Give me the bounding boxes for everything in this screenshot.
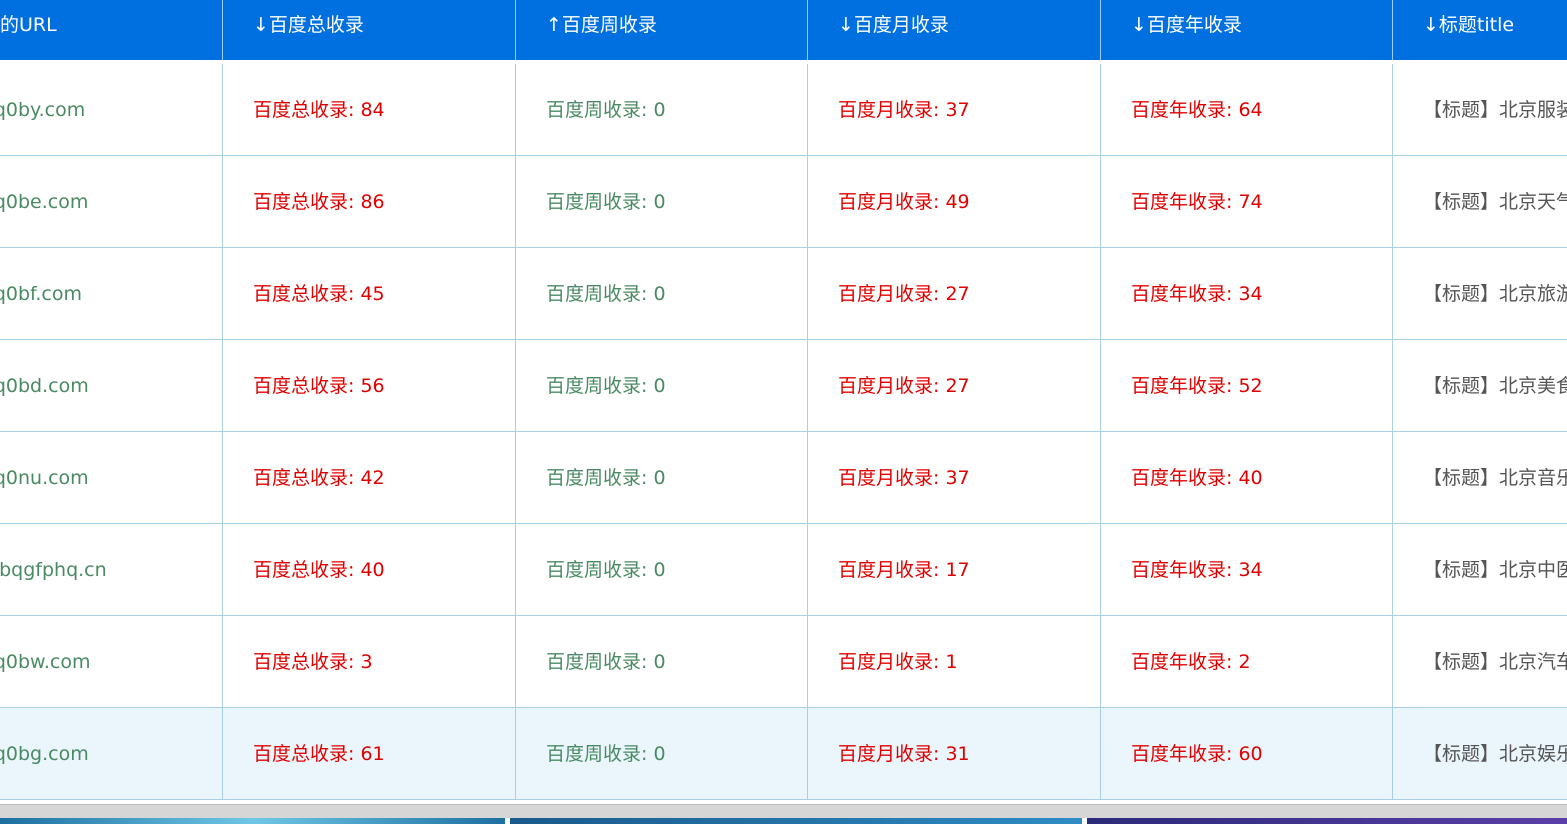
url-link[interactable]: w.q0nu.com xyxy=(0,432,89,523)
cell-week: 百度周收录: 0 xyxy=(516,616,808,707)
header-sort-year[interactable]: ↓百度年收录 xyxy=(1101,0,1393,60)
table-row: w.q0bw.com 百度总收录: 3 百度周收录: 0 百度月收录: 1 百度… xyxy=(0,616,1567,708)
cell-month: 百度月收录: 31 xyxy=(808,708,1101,799)
header-url[interactable]: 的URL xyxy=(0,0,223,60)
cell-week: 百度周收录: 0 xyxy=(516,432,808,523)
cell-total: 百度总收录: 40 xyxy=(223,524,516,615)
header-sort-month[interactable]: ↓百度月收录 xyxy=(808,0,1101,60)
banner-segment xyxy=(1087,818,1567,824)
cell-month: 百度月收录: 49 xyxy=(808,156,1101,247)
cell-title: 【标题】北京旅游 xyxy=(1423,283,1567,305)
index-table: 的URL ↓百度总收录 ↑百度周收录 ↓百度月收录 ↓百度年收录 ↓标题titl… xyxy=(0,0,1567,800)
cell-url[interactable]: w.q0bf.com xyxy=(0,248,223,339)
cell-week: 百度周收录: 0 xyxy=(516,156,808,247)
table-body: w.q0by.com 百度总收录: 84 百度周收录: 0 百度月收录: 37 … xyxy=(0,64,1567,800)
cell-total: 百度总收录: 56 xyxy=(223,340,516,431)
cell-url[interactable]: w.q0bw.com xyxy=(0,616,223,707)
cell-year: 百度年收录: 64 xyxy=(1101,64,1393,155)
table-row: w.q0by.com 百度总收录: 84 百度周收录: 0 百度月收录: 37 … xyxy=(0,64,1567,156)
cell-title: 【标题】北京娱乐 xyxy=(1423,743,1567,765)
cell-total: 百度总收录: 3 xyxy=(223,616,516,707)
url-link[interactable]: w.q0bw.com xyxy=(0,616,90,707)
url-link[interactable]: w.q0by.com xyxy=(0,64,85,155)
cell-url[interactable]: w.q0nu.com xyxy=(0,432,223,523)
cell-week: 百度周收录: 0 xyxy=(516,708,808,799)
cell-month: 百度月收录: 37 xyxy=(808,64,1101,155)
table-row: w.q0be.com 百度总收录: 86 百度周收录: 0 百度月收录: 49 … xyxy=(0,156,1567,248)
cell-year: 百度年收录: 60 xyxy=(1101,708,1393,799)
table-row: w.q0bd.com 百度总收录: 56 百度周收录: 0 百度月收录: 27 … xyxy=(0,340,1567,432)
cell-week: 百度周收录: 0 xyxy=(516,248,808,339)
table-header: 的URL ↓百度总收录 ↑百度周收录 ↓百度月收录 ↓百度年收录 ↓标题titl… xyxy=(0,0,1567,64)
table-row: w.jbqgfphq.cn 百度总收录: 40 百度周收录: 0 百度月收录: … xyxy=(0,524,1567,616)
url-link[interactable]: w.q0bf.com xyxy=(0,248,82,339)
banner-segment xyxy=(510,818,1082,824)
cell-month: 百度月收录: 17 xyxy=(808,524,1101,615)
cell-month: 百度月收录: 37 xyxy=(808,432,1101,523)
footer-banner-strip xyxy=(0,818,1567,824)
cell-month: 百度月收录: 27 xyxy=(808,340,1101,431)
cell-title: 【标题】北京美食 xyxy=(1423,375,1567,397)
cell-url[interactable]: w.q0by.com xyxy=(0,64,223,155)
cell-year: 百度年收录: 34 xyxy=(1101,248,1393,339)
header-sort-total[interactable]: ↓百度总收录 xyxy=(223,0,516,60)
cell-url[interactable]: w.q0bg.com xyxy=(0,708,223,799)
cell-title: 【标题】北京天气 xyxy=(1423,191,1567,213)
cell-title: 【标题】北京服装 xyxy=(1423,99,1567,121)
table-row: w.q0nu.com 百度总收录: 42 百度周收录: 0 百度月收录: 37 … xyxy=(0,432,1567,524)
cell-year: 百度年收录: 34 xyxy=(1101,524,1393,615)
cell-title: 【标题】北京汽车 xyxy=(1423,651,1567,673)
table-row: w.q0bg.com 百度总收录: 61 百度周收录: 0 百度月收录: 31 … xyxy=(0,708,1567,800)
table-row: w.q0bf.com 百度总收录: 45 百度周收录: 0 百度月收录: 27 … xyxy=(0,248,1567,340)
cell-month: 百度月收录: 27 xyxy=(808,248,1101,339)
cell-url[interactable]: w.q0be.com xyxy=(0,156,223,247)
cell-year: 百度年收录: 52 xyxy=(1101,340,1393,431)
banner-segment xyxy=(0,818,505,824)
cell-title: 【标题】北京中医 xyxy=(1423,559,1567,581)
url-link[interactable]: w.q0bg.com xyxy=(0,708,89,799)
cell-year: 百度年收录: 2 xyxy=(1101,616,1393,707)
url-link[interactable]: w.q0be.com xyxy=(0,156,88,247)
header-sort-title[interactable]: ↓标题title xyxy=(1393,0,1567,60)
url-link[interactable]: w.jbqgfphq.cn xyxy=(0,524,107,615)
cell-total: 百度总收录: 45 xyxy=(223,248,516,339)
page-viewport: 的URL ↓百度总收录 ↑百度周收录 ↓百度月收录 ↓百度年收录 ↓标题titl… xyxy=(0,0,1567,824)
cell-month: 百度月收录: 1 xyxy=(808,616,1101,707)
cell-week: 百度周收录: 0 xyxy=(516,524,808,615)
url-link[interactable]: w.q0bd.com xyxy=(0,340,89,431)
cell-total: 百度总收录: 42 xyxy=(223,432,516,523)
cell-week: 百度周收录: 0 xyxy=(516,340,808,431)
cell-url[interactable]: w.q0bd.com xyxy=(0,340,223,431)
cell-title: 【标题】北京音乐 xyxy=(1423,467,1567,489)
cell-url[interactable]: w.jbqgfphq.cn xyxy=(0,524,223,615)
cell-total: 百度总收录: 84 xyxy=(223,64,516,155)
cell-week: 百度周收录: 0 xyxy=(516,64,808,155)
cell-year: 百度年收录: 74 xyxy=(1101,156,1393,247)
cell-total: 百度总收录: 61 xyxy=(223,708,516,799)
header-sort-week[interactable]: ↑百度周收录 xyxy=(516,0,808,60)
cell-year: 百度年收录: 40 xyxy=(1101,432,1393,523)
cell-total: 百度总收录: 86 xyxy=(223,156,516,247)
